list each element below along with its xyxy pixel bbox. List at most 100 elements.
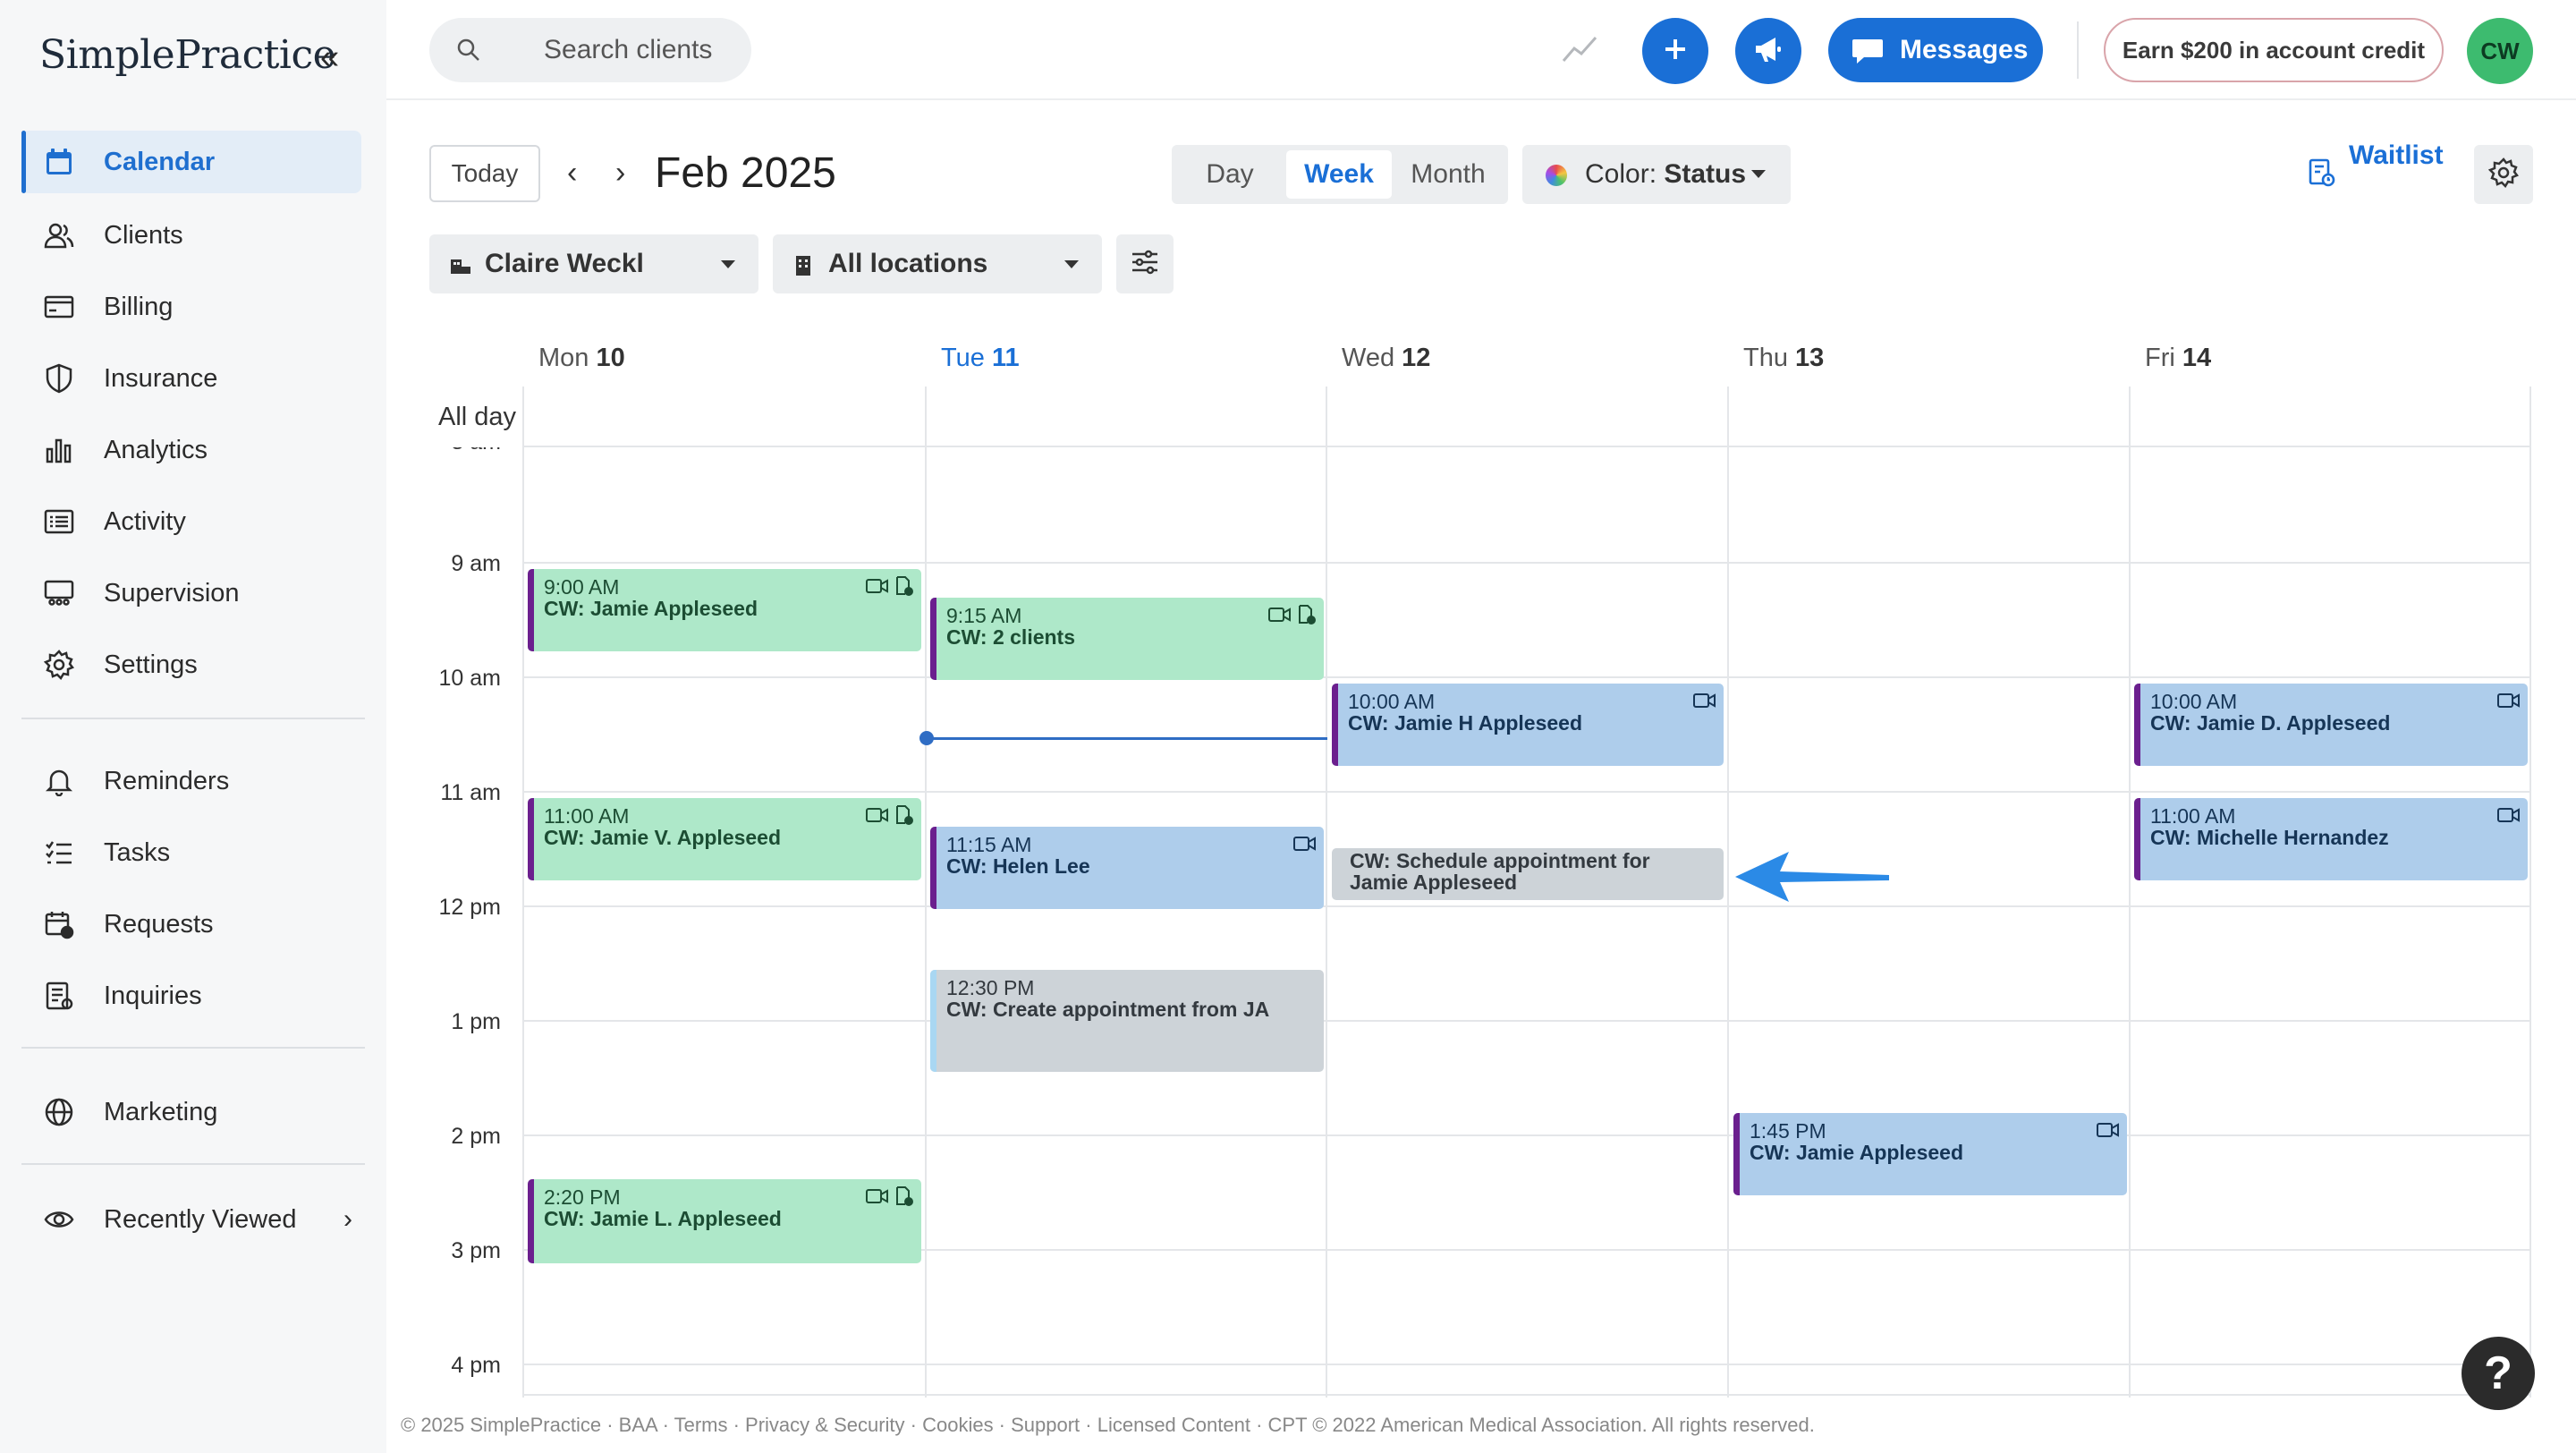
- bar-chart-icon: [41, 432, 77, 468]
- grid-line: [522, 562, 2531, 564]
- sidebar-item-marketing[interactable]: Marketing: [21, 1081, 361, 1143]
- sidebar-item-insurance[interactable]: Insurance: [21, 347, 361, 410]
- today-button[interactable]: Today: [429, 145, 540, 202]
- hour-label: 10 am: [438, 666, 501, 691]
- task-title: CW: Schedule appointment for Jamie Apple…: [1350, 849, 1650, 894]
- appointment-card[interactable]: 11:15 AM CW: Helen Lee: [930, 827, 1324, 909]
- sidebar-item-inquiries[interactable]: Inquiries: [21, 964, 361, 1027]
- sidebar-divider: [21, 1047, 365, 1049]
- day-header-wed[interactable]: Wed 12: [1342, 344, 1430, 373]
- hour-label-text: 8 am: [451, 447, 501, 455]
- appointment-title: CW: Helen Lee: [946, 854, 1090, 878]
- grid-column-line: [2129, 387, 2131, 1398]
- sidebar-item-label: Insurance: [104, 363, 218, 393]
- appointment-card[interactable]: 2:20 PM CW: Jamie L. Appleseed: [528, 1179, 921, 1263]
- eye-icon: [41, 1202, 77, 1237]
- trend-icon[interactable]: [1562, 30, 1599, 72]
- app-root: SimplePractice « Calendar Clients Billin…: [0, 0, 2576, 1453]
- day-name: Mon: [538, 344, 589, 372]
- current-time-dot: [919, 731, 934, 745]
- next-icon[interactable]: ›: [615, 156, 625, 191]
- app-logo[interactable]: SimplePractice: [39, 32, 336, 78]
- appointment-time: 10:00 AM: [1348, 690, 1436, 713]
- clinician-select[interactable]: Claire Weckl: [429, 234, 758, 293]
- appointment-card[interactable]: 9:15 AM CW: 2 clients: [930, 598, 1324, 680]
- globe-icon: [41, 1094, 77, 1130]
- sidebar-item-label: Clients: [104, 220, 183, 250]
- appointment-card[interactable]: 10:00 AM CW: Jamie H Appleseed: [1332, 684, 1724, 766]
- appointment-time: 1:45 PM: [1750, 1119, 1826, 1143]
- filters-button[interactable]: [1116, 234, 1174, 293]
- sidebar-item-activity[interactable]: Activity: [21, 490, 361, 553]
- search-input[interactable]: [544, 18, 733, 82]
- sidebar-item-supervision[interactable]: Supervision: [21, 562, 361, 625]
- sidebar-item-clients[interactable]: Clients: [21, 204, 361, 267]
- earn-credit-button[interactable]: Earn $200 in account credit: [2104, 18, 2444, 82]
- appointment-card[interactable]: 11:00 AM CW: Jamie V. Appleseed: [528, 798, 921, 880]
- search-box[interactable]: [429, 18, 751, 82]
- avatar[interactable]: CW: [2467, 18, 2533, 84]
- supervision-icon: [41, 575, 77, 611]
- caret-down-icon: [1751, 170, 1766, 178]
- sidebar-item-reminders[interactable]: Reminders: [21, 750, 361, 812]
- sidebar-item-label: Inquiries: [104, 981, 202, 1010]
- gear-icon: [2487, 157, 2519, 192]
- announcements-button[interactable]: [1735, 18, 1801, 84]
- grid-column-line: [522, 387, 524, 1398]
- sidebar-item-label: Calendar: [104, 147, 216, 176]
- sidebar-item-billing[interactable]: Billing: [21, 276, 361, 338]
- calendar-request-icon: [41, 906, 77, 942]
- help-button[interactable]: ?: [2462, 1337, 2535, 1410]
- day-header-fri[interactable]: Fri 14: [2145, 344, 2211, 373]
- appointment-card[interactable]: 1:45 PM CW: Jamie Appleseed: [1733, 1113, 2127, 1195]
- sidebar-item-recently-viewed[interactable]: Recently Viewed ›: [21, 1188, 361, 1251]
- sidebar-item-requests[interactable]: Requests: [21, 893, 361, 956]
- sidebar-divider: [21, 718, 365, 719]
- gear-icon: [41, 647, 77, 683]
- task-card[interactable]: 12:30 PM CW: Create appointment from JA: [930, 970, 1324, 1072]
- collapse-sidebar-icon[interactable]: «: [320, 39, 339, 75]
- footer-text: © 2025 SimplePractice · BAA · Terms · Pr…: [401, 1414, 1815, 1436]
- grid-line: [522, 1020, 2531, 1022]
- document-icon: [894, 576, 914, 599]
- day-header-tue[interactable]: Tue 11: [941, 344, 1020, 373]
- color-dropdown[interactable]: Color: Status: [1522, 145, 1791, 204]
- tab-month[interactable]: Month: [1395, 150, 1501, 199]
- sidebar-item-analytics[interactable]: Analytics: [21, 419, 361, 481]
- day-header-thu[interactable]: Thu 13: [1743, 344, 1824, 373]
- appointment-card[interactable]: 11:00 AM CW: Michelle Hernandez: [2134, 798, 2528, 880]
- day-header-mon[interactable]: Mon 10: [538, 344, 625, 373]
- video-icon: [1293, 834, 1317, 855]
- tab-week[interactable]: Week: [1286, 150, 1392, 199]
- appointment-time: 9:15 AM: [946, 604, 1022, 627]
- hour-label: 4 pm: [451, 1353, 501, 1378]
- sidebar-item-label: Recently Viewed: [104, 1204, 297, 1234]
- bell-icon: [41, 763, 77, 799]
- sidebar-item-tasks[interactable]: Tasks: [21, 821, 361, 884]
- messages-button[interactable]: Messages: [1828, 18, 2043, 82]
- sliders-icon: [1131, 249, 1159, 280]
- day-name: Fri: [2145, 344, 2175, 372]
- calendar-settings-button[interactable]: [2474, 145, 2533, 204]
- sidebar-item-label: Activity: [104, 506, 186, 536]
- plus-icon: [1662, 36, 1689, 67]
- add-button[interactable]: [1642, 18, 1708, 84]
- day-number: 10: [596, 344, 625, 372]
- sidebar-item-settings[interactable]: Settings: [21, 633, 361, 696]
- checklist-icon: [41, 835, 77, 871]
- waitlist-icon: [2308, 157, 2336, 195]
- grid-line: [522, 791, 2531, 793]
- appointment-card[interactable]: 9:00 AM CW: Jamie Appleseed: [528, 569, 921, 651]
- appointment-card[interactable]: 10:00 AM CW: Jamie D. Appleseed: [2134, 684, 2528, 766]
- sidebar-item-calendar[interactable]: Calendar: [21, 131, 361, 193]
- building-icon: [792, 254, 814, 285]
- previous-icon[interactable]: ‹: [567, 156, 577, 191]
- hour-label: 9 am: [451, 551, 501, 576]
- sidebar-item-label: Settings: [104, 650, 198, 679]
- location-select[interactable]: All locations: [773, 234, 1102, 293]
- tab-day[interactable]: Day: [1177, 150, 1283, 199]
- chat-icon: [1852, 38, 1884, 69]
- task-card[interactable]: CW: Schedule appointment for Jamie Apple…: [1332, 848, 1724, 900]
- chevron-right-icon: ›: [343, 1204, 352, 1234]
- video-icon: [1268, 605, 1292, 628]
